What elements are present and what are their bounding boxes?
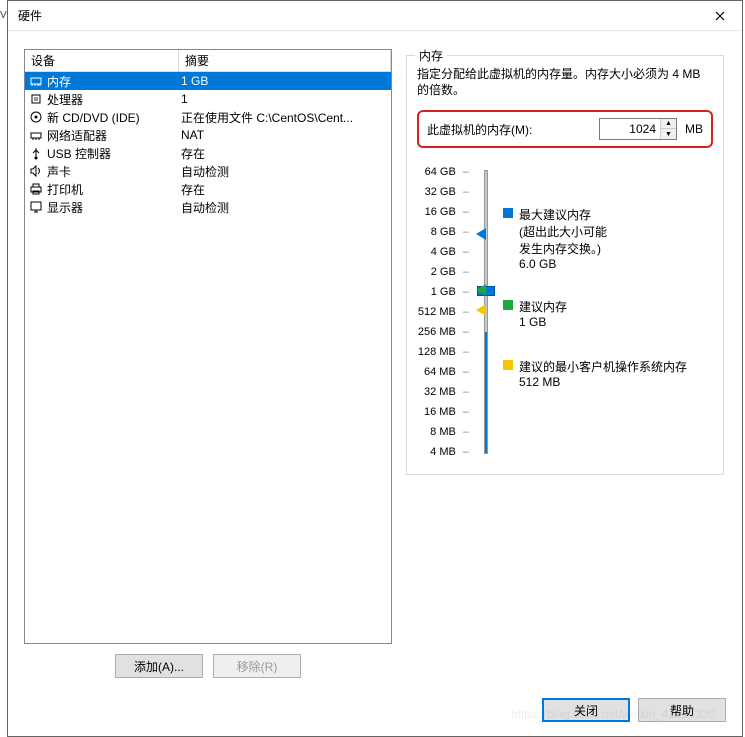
- slider-ticks: 64 GB –32 GB –16 GB –8 GB –4 GB –2 GB –1…: [417, 162, 469, 462]
- device-name: 内存: [47, 73, 71, 90]
- slider-info: 最大建议内存 (超出此大小可能 发生内存交换。) 6.0 GB 建议内存 1 G…: [503, 162, 713, 462]
- device-row[interactable]: 新 CD/DVD (IDE) 正在使用文件 C:\CentOS\Cent...: [25, 108, 391, 126]
- memory-input-row: 此虚拟机的内存(M): ▲ ▼ MB: [417, 110, 713, 148]
- tick-label: 128 MB –: [417, 342, 469, 362]
- info-max-sub1: (超出此大小可能: [519, 223, 607, 240]
- tick-label: 16 GB –: [417, 202, 469, 222]
- device-name: 打印机: [47, 181, 83, 198]
- tick-label: 8 MB –: [417, 422, 469, 442]
- marker-rec-icon: [476, 284, 486, 296]
- device-summary: 1: [179, 92, 391, 106]
- close-button[interactable]: [698, 1, 742, 30]
- device-name: 处理器: [47, 91, 83, 108]
- square-yellow-icon: [503, 360, 513, 370]
- device-list: 设备 摘要 内存 1 GB 处理器 1 新 CD/DVD (IDE) 正在使用文件 C:\…: [24, 49, 392, 644]
- hardware-dialog: 硬件 设备 摘要 内存 1 GB 处理器 1 新 CD/DVD (IDE) 正在使用文件 …: [7, 0, 743, 737]
- info-max-value: 6.0 GB: [519, 257, 607, 271]
- slider-fill: [485, 332, 487, 453]
- info-rec-value: 1 GB: [519, 315, 567, 329]
- spin-down-button[interactable]: ▼: [661, 129, 676, 139]
- spin-up-button[interactable]: ▲: [661, 119, 676, 129]
- device-summary: 正在使用文件 C:\CentOS\Cent...: [179, 109, 391, 126]
- slider-track-col[interactable]: [475, 162, 497, 462]
- remove-button[interactable]: 移除(R): [213, 654, 301, 678]
- cpu-icon: [29, 92, 43, 106]
- nic-icon: [29, 128, 43, 142]
- memory-label: 此虚拟机的内存(M):: [427, 121, 591, 138]
- memory-input[interactable]: [600, 122, 660, 136]
- disc-icon: [29, 110, 43, 124]
- tick-label: 1 GB –: [417, 282, 469, 302]
- usb-icon: [29, 146, 43, 160]
- tick-label: 16 MB –: [417, 402, 469, 422]
- add-button[interactable]: 添加(A)...: [115, 654, 203, 678]
- info-min-value: 512 MB: [519, 375, 687, 389]
- memory-group-title: 内存: [415, 47, 447, 64]
- memory-desc: 指定分配给此虚拟机的内存量。内存大小必须为 4 MB 的倍数。: [417, 66, 713, 98]
- tick-label: 2 GB –: [417, 262, 469, 282]
- tick-label: 64 GB –: [417, 162, 469, 182]
- sound-icon: [29, 164, 43, 178]
- device-summary: 自动检测: [179, 199, 391, 216]
- device-row[interactable]: 声卡 自动检测: [25, 162, 391, 180]
- square-green-icon: [503, 300, 513, 310]
- device-row[interactable]: 打印机 存在: [25, 180, 391, 198]
- tick-label: 64 MB –: [417, 362, 469, 382]
- device-row[interactable]: USB 控制器 存在: [25, 144, 391, 162]
- memory-group: 内存 指定分配给此虚拟机的内存量。内存大小必须为 4 MB 的倍数。 此虚拟机的…: [406, 55, 724, 475]
- device-name: 声卡: [47, 163, 71, 180]
- display-icon: [29, 200, 43, 214]
- close-icon: [715, 11, 725, 21]
- tick-label: 32 MB –: [417, 382, 469, 402]
- device-row[interactable]: 内存 1 GB: [25, 72, 391, 90]
- device-summary: NAT: [179, 128, 391, 142]
- watermark: https://blog.csdn.net/weixin_42824320: [511, 707, 715, 721]
- marker-max-icon: [476, 228, 486, 240]
- tick-label: 512 MB –: [417, 302, 469, 322]
- info-max-title: 最大建议内存: [519, 206, 607, 223]
- edge-char: V: [0, 10, 7, 21]
- device-name: 网络适配器: [47, 127, 107, 144]
- square-blue-icon: [503, 208, 513, 218]
- memory-unit: MB: [685, 122, 703, 136]
- titlebar: 硬件: [8, 1, 742, 31]
- info-rec-title: 建议内存: [519, 298, 567, 315]
- device-name: 新 CD/DVD (IDE): [47, 109, 140, 126]
- device-row[interactable]: 网络适配器 NAT: [25, 126, 391, 144]
- printer-icon: [29, 182, 43, 196]
- info-min: 建议的最小客户机操作系统内存 512 MB: [503, 358, 687, 389]
- info-min-title: 建议的最小客户机操作系统内存: [519, 358, 687, 375]
- tick-label: 4 GB –: [417, 242, 469, 262]
- tick-label: 8 GB –: [417, 222, 469, 242]
- device-row[interactable]: 处理器 1: [25, 90, 391, 108]
- info-max-sub2: 发生内存交换。): [519, 240, 607, 257]
- tick-label: 32 GB –: [417, 182, 469, 202]
- device-name: 显示器: [47, 199, 83, 216]
- device-list-header: 设备 摘要: [25, 50, 391, 72]
- device-summary: 存在: [179, 145, 391, 162]
- device-row[interactable]: 显示器 自动检测: [25, 198, 391, 216]
- device-summary: 自动检测: [179, 163, 391, 180]
- header-device[interactable]: 设备: [25, 50, 179, 71]
- memory-spinner[interactable]: ▲ ▼: [599, 118, 677, 140]
- device-summary: 存在: [179, 181, 391, 198]
- info-rec: 建议内存 1 GB: [503, 298, 567, 329]
- tick-label: 256 MB –: [417, 322, 469, 342]
- device-name: USB 控制器: [47, 145, 111, 162]
- dialog-title: 硬件: [18, 7, 42, 24]
- memory-slider-area: 64 GB –32 GB –16 GB –8 GB –4 GB –2 GB –1…: [417, 162, 713, 462]
- device-summary: 1 GB: [179, 74, 391, 88]
- info-max: 最大建议内存 (超出此大小可能 发生内存交换。) 6.0 GB: [503, 206, 607, 271]
- memory-icon: [29, 74, 43, 88]
- tick-label: 4 MB –: [417, 442, 469, 462]
- marker-min-icon: [476, 304, 486, 316]
- header-summary[interactable]: 摘要: [179, 50, 391, 71]
